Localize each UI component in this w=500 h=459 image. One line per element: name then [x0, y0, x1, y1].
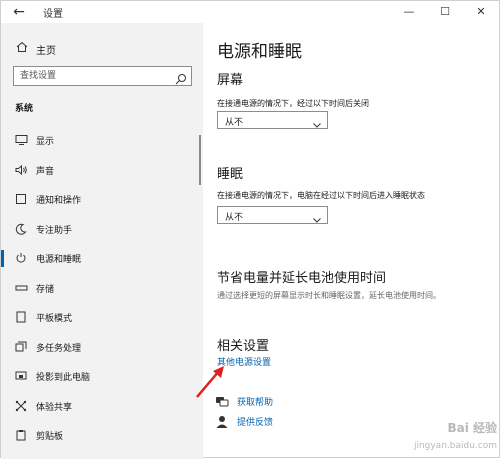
tablet-icon [14, 311, 28, 325]
sidebar-item-sound[interactable]: 声音 [1, 156, 203, 186]
screen-description: 在接通电源的情况下，经过以下时间后关闭 [217, 99, 369, 108]
sidebar-item-power-sleep[interactable]: 电源和睡眠 [1, 244, 203, 274]
back-arrow-icon[interactable]: ← [11, 4, 27, 20]
settings-window: ← 设置 — ☐ ✕ 主页 系统 显示 [0, 0, 500, 459]
watermark: Bai 经验 jingyan.baidu.com [377, 419, 497, 455]
minimize-button[interactable]: — [391, 1, 427, 23]
home-label: 主页 [36, 46, 56, 57]
main-content: 电源和睡眠 屏幕 在接通电源的情况下，经过以下时间后关闭 从不 睡眠 在接通电源… [203, 23, 500, 459]
sidebar-nav: 显示 声音 通知和操作 专注助手 电源和睡眠 存储 平板模式 多任务处理 投影到… [1, 126, 203, 451]
screen-timeout-dropdown[interactable]: 从不 [217, 111, 328, 129]
sidebar-item-label: 电源和睡眠 [36, 255, 82, 265]
power-icon [14, 252, 28, 266]
sidebar-item-label: 专注助手 [36, 225, 73, 236]
screen-timeout-value: 从不 [225, 118, 244, 128]
sidebar-item-project[interactable]: 投影到此电脑 [1, 362, 203, 392]
sidebar-item-label: 剪贴板 [36, 432, 64, 442]
person-icon [215, 414, 229, 428]
moon-icon [14, 223, 28, 237]
search-box[interactable] [13, 66, 192, 86]
sidebar-home[interactable]: 主页 [1, 36, 203, 60]
sidebar-item-label: 平板模式 [36, 314, 73, 324]
sidebar-item-label: 显示 [36, 137, 55, 147]
sidebar-item-label: 投影到此电脑 [36, 373, 91, 383]
notification-icon [14, 193, 28, 207]
related-settings-heading: 相关设置 [217, 339, 270, 354]
search-icon[interactable] [175, 70, 187, 85]
red-arrow-annotation [191, 363, 231, 403]
project-icon [14, 370, 28, 384]
window-controls: — ☐ ✕ [391, 1, 499, 23]
sleep-description: 在接通电源的情况下，电脑在经过以下时间后进入睡眠状态 [217, 191, 425, 200]
multitask-icon [14, 341, 28, 355]
watermark-logo-text: Bai 经验 [447, 421, 497, 435]
title-bar: ← 设置 — ☐ ✕ [1, 1, 499, 23]
sleep-timeout-value: 从不 [225, 213, 244, 223]
close-button[interactable]: ✕ [463, 1, 499, 23]
sidebar-item-focus-assist[interactable]: 专注助手 [1, 215, 203, 245]
watermark-url: jingyan.baidu.com [413, 441, 497, 451]
sidebar-item-label: 体验共享 [36, 402, 73, 413]
page-title: 电源和睡眠 [217, 42, 302, 62]
sidebar-item-label: 存储 [36, 284, 55, 295]
maximize-button[interactable]: ☐ [427, 1, 463, 23]
section-label: 系统 [15, 104, 34, 114]
sidebar-item-display[interactable]: 显示 [1, 126, 203, 156]
sidebar-item-storage[interactable]: 存储 [1, 274, 203, 304]
search-input[interactable] [20, 69, 170, 83]
chevron-down-icon [312, 115, 322, 128]
chevron-down-icon [312, 210, 322, 223]
sidebar-scrollbar[interactable] [199, 135, 201, 185]
get-help-label: 获取帮助 [237, 398, 274, 408]
sleep-heading: 睡眠 [217, 167, 244, 182]
sleep-timeout-dropdown[interactable]: 从不 [217, 206, 328, 224]
share-icon [14, 400, 28, 414]
screen-heading: 屏幕 [217, 73, 244, 88]
sidebar-item-clipboard[interactable]: 剪贴板 [1, 421, 203, 451]
home-icon [16, 41, 30, 55]
sidebar-item-label: 通知和操作 [36, 196, 82, 206]
sidebar-item-shared-experiences[interactable]: 体验共享 [1, 392, 203, 422]
storage-icon [14, 282, 28, 296]
sidebar-item-label: 多任务处理 [36, 343, 82, 354]
monitor-icon [14, 134, 28, 148]
battery-description: 通过选择更短的屏幕显示时长和睡眠设置，延长电池使用时间。 [217, 291, 441, 300]
window-title: 设置 [43, 9, 63, 20]
sidebar-item-tablet-mode[interactable]: 平板模式 [1, 303, 203, 333]
sidebar-item-label: 声音 [36, 166, 55, 177]
speaker-icon [14, 164, 28, 178]
sidebar: 主页 系统 显示 声音 [1, 23, 203, 459]
sidebar-item-notifications[interactable]: 通知和操作 [1, 185, 203, 215]
give-feedback-label: 提供反馈 [237, 418, 274, 428]
battery-heading: 节省电量并延长电池使用时间 [217, 271, 387, 286]
clipboard-icon [14, 429, 28, 443]
sidebar-item-multitasking[interactable]: 多任务处理 [1, 333, 203, 363]
